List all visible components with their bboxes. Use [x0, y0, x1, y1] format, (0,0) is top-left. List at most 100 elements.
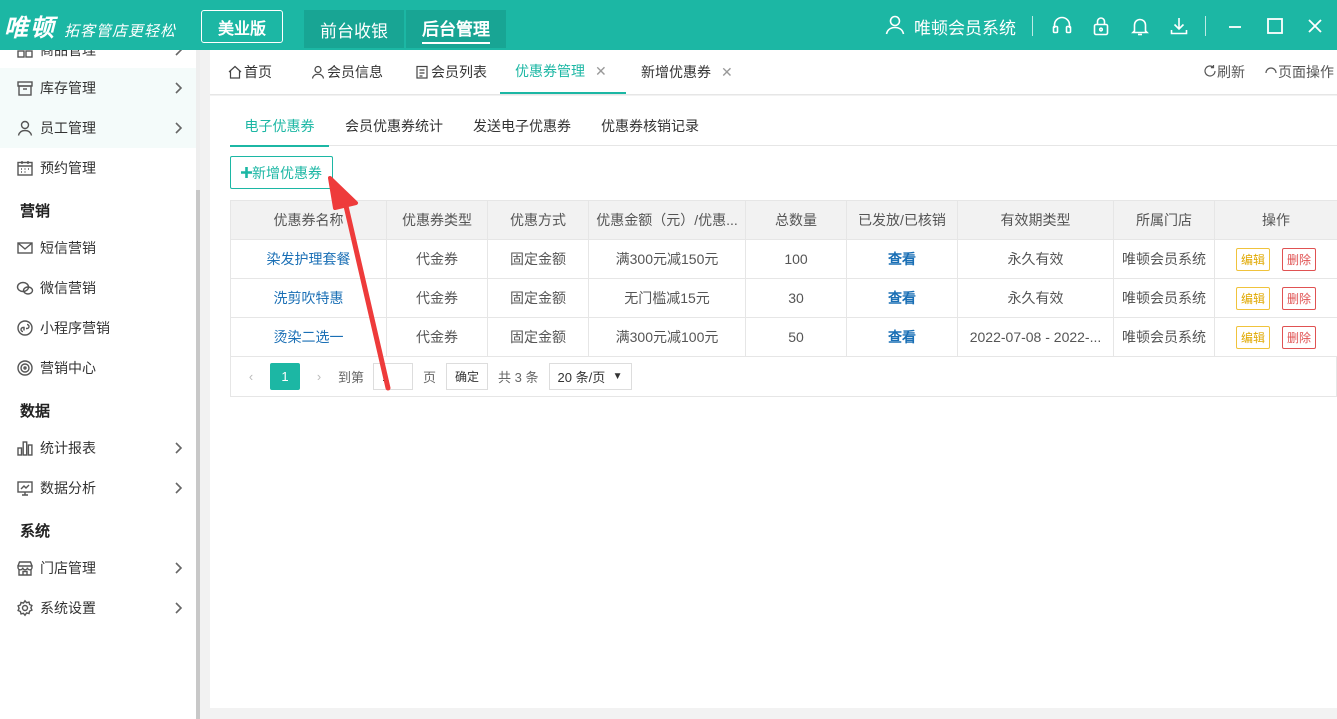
column-header: 优惠金额（元）/优惠... [588, 200, 746, 240]
next-page-icon[interactable]: › [309, 367, 329, 387]
prev-page-icon[interactable]: ‹ [241, 367, 261, 387]
goto-confirm-button[interactable]: 确定 [446, 363, 489, 390]
sidebar-item-store[interactable]: 门店管理 [0, 548, 196, 588]
view-link[interactable]: 查看 [888, 251, 916, 267]
table-cell: 50 [745, 317, 847, 357]
page-size-select[interactable]: 20 条/页 ▼ [548, 363, 632, 390]
tab-close-icon[interactable]: ✕ [595, 63, 607, 80]
column-header: 操作 [1214, 200, 1337, 240]
page-ops-button[interactable]: 页面操作 [1264, 50, 1334, 94]
close-icon[interactable] [1300, 13, 1330, 39]
sidebar-item-appointment[interactable]: 预约管理 [0, 148, 196, 188]
sidebar-item-inventory[interactable]: 库存管理 [0, 68, 196, 108]
bell-icon[interactable] [1127, 13, 1153, 39]
tab-coupon-management[interactable]: 优惠券管理 ✕ [500, 50, 626, 94]
chevron-right-icon [175, 602, 183, 614]
logo-slogan: 拓客管店更轻松 [64, 22, 177, 40]
current-page-button[interactable]: 1 [270, 363, 300, 390]
table-row: 烫染二选一 代金券 固定金额 满300元减100元 50 查看 2022-07-… [230, 317, 1337, 357]
add-coupon-button[interactable]: 新增优惠券 [230, 156, 333, 189]
table-cell: 满300元减150元 [588, 239, 746, 279]
delete-button[interactable]: 删除 [1282, 325, 1317, 349]
sidebar-item-reports[interactable]: 统计报表 [0, 428, 196, 468]
column-header: 所属门店 [1113, 200, 1215, 240]
user-icon[interactable] [884, 14, 906, 39]
delete-button[interactable]: 删除 [1282, 247, 1317, 271]
sidebar-item-analytics[interactable]: 数据分析 [0, 468, 196, 508]
download-icon[interactable] [1166, 13, 1192, 39]
coupon-name-link[interactable]: 洗剪吹特惠 [274, 290, 344, 306]
headset-icon[interactable] [1049, 13, 1075, 39]
mode-tab-back-office[interactable]: 后台管理 [406, 10, 506, 48]
divider [1205, 16, 1206, 36]
lock-icon[interactable] [1088, 13, 1114, 39]
sidebar-item-wechat[interactable]: 微信营销 [0, 268, 196, 308]
table-cell: 固定金额 [487, 239, 589, 279]
view-link[interactable]: 查看 [888, 290, 916, 306]
maximize-icon[interactable] [1260, 13, 1290, 39]
tab-member-info[interactable]: 会员信息 [311, 50, 383, 94]
tab-label: 首页 [244, 64, 272, 80]
top-right-toolbar: 唯顿会员系统 [884, 12, 1330, 40]
sidebar: 商品管理 库存管理 员工管理 预约管理 营销 短信营销 微信营销 小程序营销 营… [0, 50, 200, 719]
add-coupon-label: 新增优惠券 [252, 164, 322, 181]
calendar-icon [16, 159, 34, 177]
table-cell: 永久有效 [957, 278, 1114, 318]
logo-main: 唯顿 [4, 13, 56, 42]
page-size-value: 20 条/页 [557, 370, 606, 385]
chevron-right-icon [175, 50, 183, 56]
minimize-icon[interactable] [1220, 13, 1250, 39]
tab-label: 新增优惠券 [641, 64, 711, 80]
table-cell: 30 [745, 278, 847, 318]
tab-add-coupon[interactable]: 新增优惠券 ✕ [641, 50, 733, 94]
tab-close-icon[interactable]: ✕ [721, 64, 733, 81]
sidebar-item-label: 短信营销 [40, 240, 96, 256]
table-cell: 唯顿会员系统 [1113, 239, 1215, 279]
sidebar-item-label: 系统设置 [40, 600, 96, 616]
refresh-button[interactable]: 刷新 [1203, 50, 1245, 94]
sidebar-item-label: 统计报表 [40, 440, 96, 456]
coupon-sub-tabs: 电子优惠券 会员优惠券统计 发送电子优惠券 优惠券核销记录 [230, 106, 1337, 147]
table-row: 洗剪吹特惠 代金券 固定金额 无门槛减15元 30 查看 永久有效 唯顿会员系统… [230, 278, 1337, 318]
subtab-redemption-records[interactable]: 优惠券核销记录 [601, 106, 699, 146]
view-link[interactable]: 查看 [888, 329, 916, 345]
sidebar-item-goods[interactable]: 商品管理 [0, 50, 196, 70]
main-panel: 电子优惠券 会员优惠券统计 发送电子优惠券 优惠券核销记录 新增优惠券 优惠券名… [210, 96, 1337, 708]
delete-button[interactable]: 删除 [1282, 286, 1317, 310]
wechat-icon [16, 279, 34, 297]
mode-tab-front-desk[interactable]: 前台收银 [304, 10, 404, 48]
edit-button[interactable]: 编辑 [1235, 286, 1270, 310]
sidebar-item-sms[interactable]: 短信营销 [0, 228, 196, 268]
inventory-icon [16, 79, 34, 97]
subtab-e-coupon[interactable]: 电子优惠券 [230, 106, 329, 147]
goto-page-input[interactable] [373, 363, 414, 390]
edit-button[interactable]: 编辑 [1235, 247, 1270, 271]
tab-home[interactable]: 首页 [228, 50, 272, 94]
mode-tab-label: 后台管理 [422, 15, 490, 44]
chevron-right-icon [175, 82, 183, 94]
coupon-table: 优惠券名称 优惠券类型 优惠方式 优惠金额（元）/优惠... 总数量 已发放/已… [230, 200, 1337, 357]
subtab-coupon-stats[interactable]: 会员优惠券统计 [345, 106, 443, 146]
list-icon [415, 65, 429, 79]
column-header: 已发放/已核销 [846, 200, 958, 240]
sidebar-item-label: 门店管理 [40, 560, 96, 576]
tab-member-list[interactable]: 会员列表 [415, 50, 487, 94]
sidebar-item-marketing-center[interactable]: 营销中心 [0, 348, 196, 388]
dropdown-arrow-icon: ▼ [612, 371, 623, 382]
divider [1032, 16, 1033, 36]
sidebar-item-label: 商品管理 [40, 50, 96, 58]
sidebar-item-settings[interactable]: 系统设置 [0, 588, 196, 628]
edit-button[interactable]: 编辑 [1235, 325, 1270, 349]
coupon-name-link[interactable]: 染发护理套餐 [267, 251, 351, 267]
coupon-name-link[interactable]: 烫染二选一 [274, 329, 344, 345]
mode-tab-label: 前台收银 [320, 21, 388, 41]
sidebar-item-miniapp[interactable]: 小程序营销 [0, 308, 196, 348]
page-unit-label: 页 [423, 370, 437, 385]
subtab-send-coupon[interactable]: 发送电子优惠券 [473, 106, 571, 146]
table-cell: 固定金额 [487, 278, 589, 318]
table-cell: 代金券 [386, 278, 488, 318]
sidebar-item-staff[interactable]: 员工管理 [0, 108, 196, 148]
table-cell: 永久有效 [957, 239, 1114, 279]
sidebar-item-label: 小程序营销 [40, 320, 110, 336]
sidebar-scrollbar-thumb[interactable] [196, 190, 200, 719]
